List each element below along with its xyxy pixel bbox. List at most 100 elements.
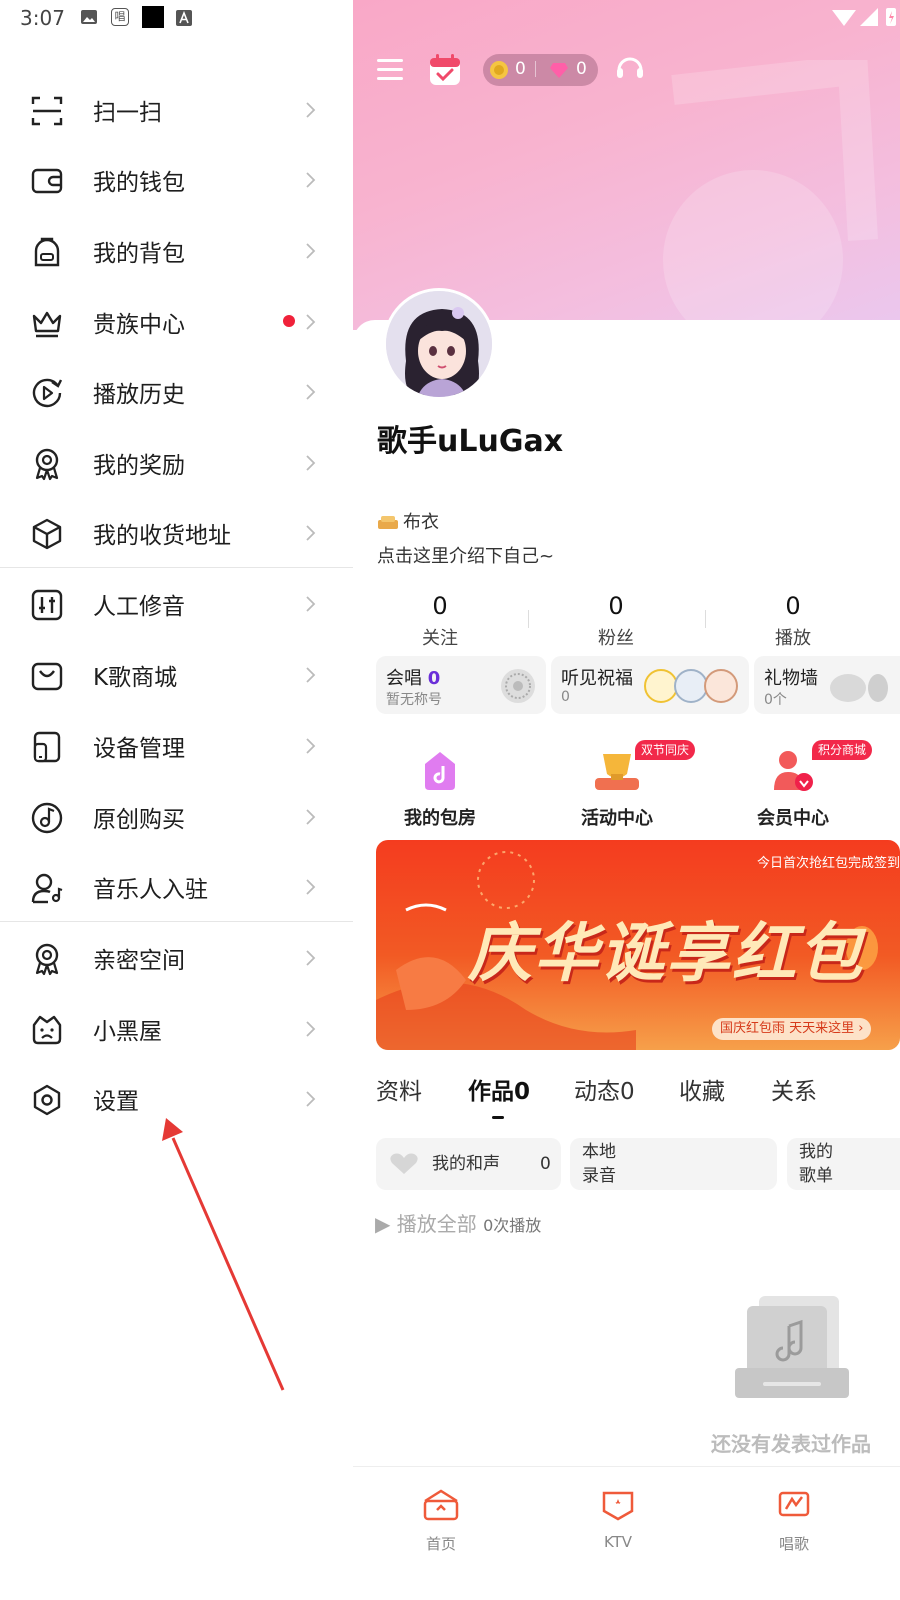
banner-title: 庆华诞享红包 [468,916,864,991]
gift-wall-sub: 0个 [764,692,787,708]
font-notification-icon [176,10,192,26]
menu-original-purchase[interactable]: 原创购买 [0,781,353,851]
home-icon [423,1489,459,1521]
chevron-right-icon [306,455,316,471]
username[interactable]: 歌手uLuGax [377,416,563,460]
chevron-right-icon [306,738,316,754]
status-time: 3:07 [20,6,65,30]
menu-manual-tuning-label: 人工修音 [93,594,185,620]
my-songlist-button[interactable]: 我的 歌单 [787,1138,900,1190]
music-note-decoration [663,60,878,330]
crown-icon [32,311,62,338]
promo-banner[interactable]: 今日首次抢红包完成签到 庆华诞享红包 国庆红包雨 天天来这里 › [376,840,900,1050]
my-harmony-button[interactable]: 我的和声 0 [376,1138,561,1190]
local-recordings-line2: 录音 [582,1166,616,1186]
bottom-nav: 首页 KTV 唱歌 [353,1466,900,1600]
member-icon [774,751,813,791]
menu-play-history[interactable]: 播放历史 [0,356,353,426]
gift-wall-title: 礼物墙 [764,668,818,689]
tab-moments[interactable]: 动态0 [574,1072,635,1106]
avatar[interactable] [383,288,495,400]
gift-icon [830,674,888,702]
stat-plays[interactable]: 0 播放 [733,592,853,650]
chevron-right-icon [306,525,316,541]
play-all-button[interactable]: ▶ 播放全部 0次播放 [375,1208,541,1237]
intimacy-medal-icon [35,943,59,976]
menu-intimate-space[interactable]: 亲密空间 [0,922,353,992]
nav-ktv[interactable]: KTV [573,1489,663,1551]
nav-home[interactable]: 首页 [396,1489,486,1554]
local-recordings-line1: 本地 [582,1142,616,1162]
menu-noble-center[interactable]: 贵族中心 [0,286,353,356]
chevron-right-icon [306,384,316,400]
hechang-card[interactable]: 会唱 0 暂无称号 [376,656,546,714]
checkin-calendar-icon[interactable] [427,52,463,88]
chevron-right-icon [306,950,316,966]
tab-works[interactable]: 作品0 [468,1072,530,1106]
chevron-right-icon [306,1021,316,1037]
blessing-medals-icon [644,669,738,703]
sing-icon [778,1491,810,1517]
chevron-right-icon [306,102,316,118]
menu-musician-join[interactable]: 音乐人入驻 [0,851,353,921]
currency-pill[interactable]: 0 0 [483,54,598,86]
play-all-label: ▶ 播放全部 [375,1212,477,1236]
menu-blacklist-room-label: 小黑屋 [93,1019,162,1045]
stat-plays-num: 0 [785,592,801,620]
black-square-notification-icon [142,6,164,28]
menu-backpack[interactable]: 我的背包 [0,215,353,285]
menu-my-rewards-label: 我的奖励 [93,453,185,479]
heart-icon [390,1153,418,1174]
menu-device-management[interactable]: 设备管理 [0,710,353,780]
tab-relations[interactable]: 关系 [771,1072,817,1106]
system-status-icons [832,8,896,26]
nav-ktv-label: KTV [603,1533,633,1551]
profile-panel: 0 0 歌手uLuGax 布衣 点击这里介绍下自己~ 0 关注 0 粉丝 0 播… [353,0,900,1600]
bio-text[interactable]: 点击这里介绍下自己~ [377,542,554,568]
gold-coin-icon [490,61,508,79]
rank-crown-icon [378,516,398,529]
menu-settings[interactable]: 设置 [0,1063,353,1133]
diamond-count: 0 [576,59,587,79]
gift-wall-card[interactable]: 礼物墙 0个 [754,656,900,714]
menu-shipping-address[interactable]: 我的收货地址 [0,497,353,567]
chevron-right-icon [306,596,316,612]
customer-service-icon[interactable] [613,52,647,86]
settings-icon [33,1084,61,1116]
menu-blacklist-room[interactable]: 小黑屋 [0,993,353,1063]
activity-center-label: 活动中心 [581,808,653,829]
menu-k-song-mall[interactable]: K歌商城 [0,639,353,709]
gallery-notification-icon [81,10,97,24]
empty-works-text: 还没有发表过作品 [711,1432,871,1456]
menu-manual-tuning[interactable]: 人工修音 [0,568,353,638]
stat-divider [528,610,529,628]
my-songlist-line1: 我的 [799,1142,833,1162]
music-disc-icon [31,802,63,834]
my-songlist-line2: 歌单 [799,1166,833,1186]
stat-fans[interactable]: 0 粉丝 [556,592,676,650]
my-harmony-label: 我的和声 [432,1154,500,1174]
rank-label: 布衣 [403,512,439,533]
menu-my-rewards[interactable]: 我的奖励 [0,427,353,497]
ktv-icon [602,1491,634,1521]
menu-wallet[interactable]: 我的钱包 [0,144,353,214]
stat-following[interactable]: 0 关注 [380,592,500,650]
rank-badge[interactable]: 布衣 [377,508,439,534]
coin-count: 0 [515,59,526,79]
nav-sing[interactable]: 唱歌 [749,1489,839,1554]
tab-profile-info[interactable]: 资料 [376,1072,422,1106]
history-icon [32,378,63,408]
blessing-card[interactable]: 听见祝福 0 [551,656,749,714]
local-recordings-button[interactable]: 本地 录音 [570,1138,777,1190]
menu-backpack-label: 我的背包 [93,241,185,267]
my-room-button[interactable]: 我的包房 [370,746,510,830]
stat-fans-label: 粉丝 [598,628,634,649]
menu-device-management-label: 设备管理 [93,736,185,762]
tab-favorites[interactable]: 收藏 [679,1072,725,1106]
status-bar: 3:07 唱 [0,0,353,36]
my-harmony-count: 0 [540,1154,551,1174]
profile-header-background: 0 0 [353,0,900,330]
menu-icon[interactable] [377,56,405,84]
menu-scan[interactable]: 扫一扫 [0,74,353,144]
room-icon [425,752,455,790]
